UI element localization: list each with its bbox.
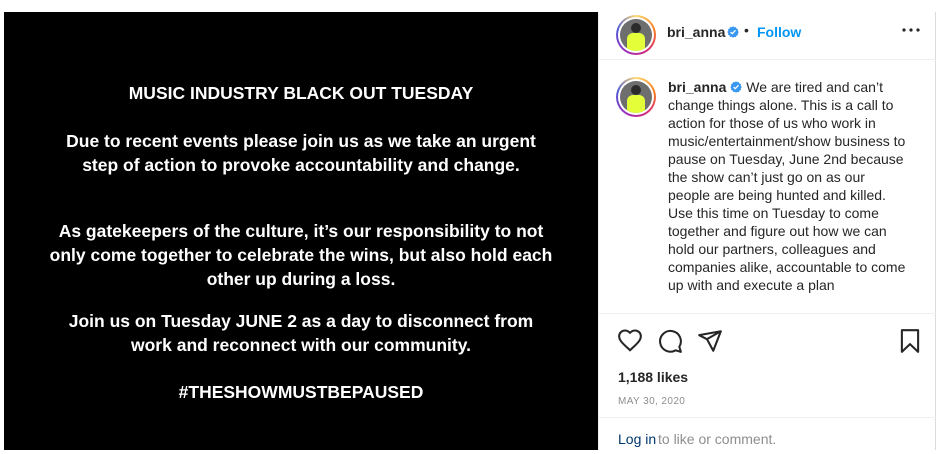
follow-button[interactable]: Follow — [757, 24, 801, 40]
caption-area: bri_anna We are tired and can’t change t… — [599, 61, 936, 313]
comment-bar: Log in to like or comment. — [599, 417, 936, 450]
image-paragraph-3: Join us on Tuesday JUNE 2 as a day to di… — [68, 311, 534, 355]
send-icon[interactable] — [697, 328, 723, 354]
heart-icon[interactable] — [617, 328, 643, 354]
more-horizontal-icon[interactable] — [899, 18, 923, 42]
avatar[interactable] — [616, 15, 656, 55]
separator-dot: • — [744, 22, 749, 38]
caption: bri_anna We are tired and can’t change t… — [668, 78, 908, 294]
post-header: bri_anna • Follow — [599, 12, 936, 60]
image-title: MUSIC INDUSTRY BLACK OUT TUESDAY — [128, 83, 474, 103]
comment-prompt: to like or comment. — [658, 431, 777, 447]
image-paragraph-1: Due to recent events please join us as w… — [66, 131, 536, 175]
post-image[interactable]: MUSIC INDUSTRY BLACK OUT TUESDAY Due to … — [4, 12, 598, 450]
verified-badge-icon — [730, 81, 743, 93]
bookmark-icon[interactable] — [897, 328, 923, 354]
post-sidebar: bri_anna • Follow bri_anna We are tired … — [598, 12, 936, 450]
caption-avatar[interactable] — [616, 77, 656, 117]
instagram-post: MUSIC INDUSTRY BLACK OUT TUESDAY Due to … — [0, 0, 940, 454]
image-paragraph-2: As gatekeepers of the culture, it’s our … — [49, 221, 553, 289]
verified-badge-icon — [727, 26, 739, 38]
image-hashtag: #THESHOWMUSTBEPAUSED — [178, 382, 424, 402]
login-link[interactable]: Log in — [618, 431, 656, 447]
like-count[interactable]: 1,188 likes — [618, 369, 688, 385]
post-date[interactable]: MAY 30, 2020 — [618, 396, 685, 407]
caption-text: We are tired and can’t change things alo… — [668, 79, 906, 293]
action-bar — [599, 313, 936, 368]
caption-username[interactable]: bri_anna — [668, 79, 726, 95]
comment-icon[interactable] — [657, 328, 683, 354]
header-username[interactable]: bri_anna — [667, 24, 725, 40]
